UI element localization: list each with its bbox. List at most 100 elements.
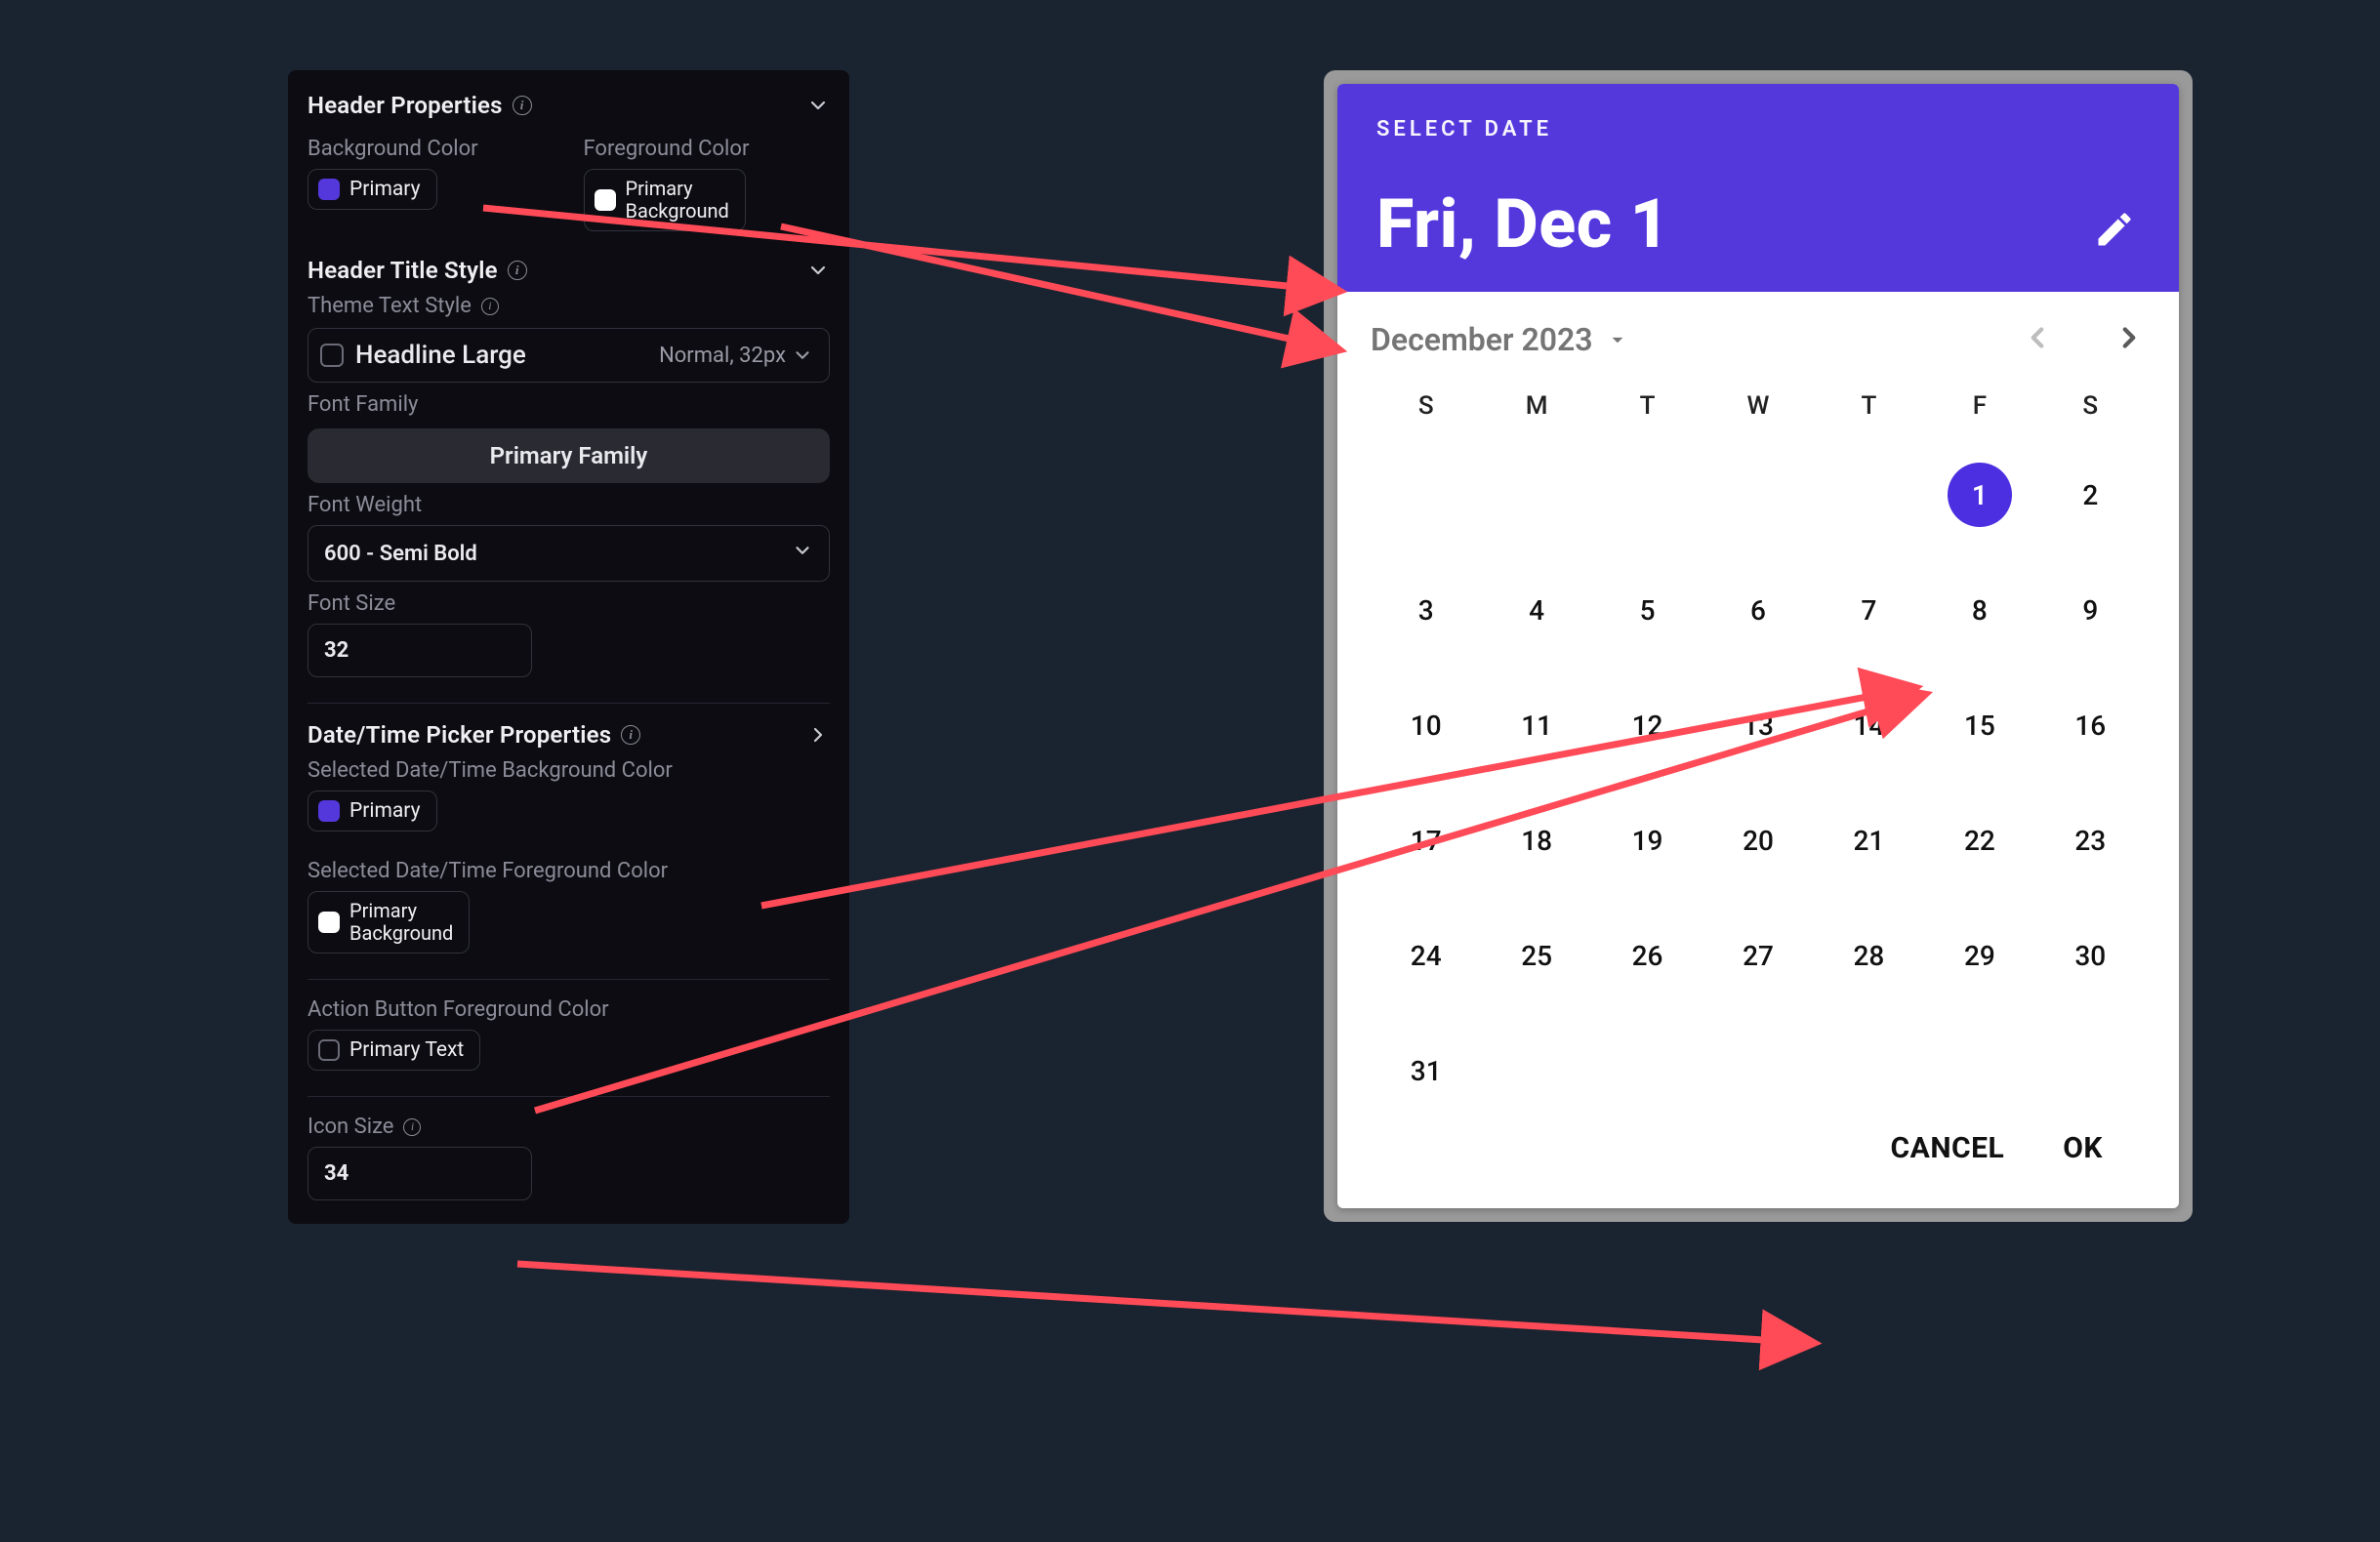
day-cell[interactable]: 30 <box>2035 914 2146 996</box>
day-cell[interactable]: 1 <box>1924 454 2034 536</box>
bg-color-label: Background Color <box>308 137 554 161</box>
selected-bg-value: Primary <box>349 799 421 823</box>
icon-size-input[interactable]: 34 <box>308 1147 532 1200</box>
selected-fg-label: Selected Date/Time Foreground Color <box>308 859 830 883</box>
square-outline-icon <box>318 1039 340 1061</box>
dow-cell: F <box>1924 391 2034 421</box>
day-cell <box>1703 454 1813 536</box>
swatch-primary-icon <box>318 800 340 822</box>
fg-color-value: Primary Background <box>626 178 729 223</box>
day-cell[interactable]: 3 <box>1371 569 1481 651</box>
dow-cell: T <box>1592 391 1703 421</box>
chevron-down-icon[interactable] <box>806 259 830 282</box>
month-navigator: December 2023 <box>1371 321 2146 358</box>
day-cell[interactable]: 19 <box>1592 799 1703 881</box>
selected-bg-label: Selected Date/Time Background Color <box>308 758 830 783</box>
day-cell[interactable]: 14 <box>1814 684 1924 766</box>
font-size-input[interactable]: 32 <box>308 624 532 677</box>
font-family-button[interactable]: Primary Family <box>308 428 830 483</box>
day-cell <box>1592 454 1703 536</box>
font-size-label: Font Size <box>308 591 830 616</box>
day-cell[interactable]: 27 <box>1703 914 1813 996</box>
divider <box>308 979 830 980</box>
info-icon[interactable]: i <box>403 1118 421 1136</box>
day-cell[interactable]: 2 <box>2035 454 2146 536</box>
bg-color-chip[interactable]: Primary <box>308 169 437 210</box>
chevron-down-icon <box>792 540 813 567</box>
bg-color-value: Primary <box>349 178 421 201</box>
square-outline-icon <box>320 344 344 367</box>
date-picker-header: SELECT DATE Fri, Dec 1 <box>1337 84 2179 292</box>
day-cell[interactable]: 12 <box>1592 684 1703 766</box>
date-picker: SELECT DATE Fri, Dec 1 December 2023 <box>1337 84 2179 1208</box>
chevron-down-icon <box>792 345 813 366</box>
divider <box>308 703 830 704</box>
day-cell[interactable]: 5 <box>1592 569 1703 651</box>
day-cell[interactable]: 6 <box>1703 569 1813 651</box>
day-cell[interactable]: 23 <box>2035 799 2146 881</box>
action-btn-fg-chip[interactable]: Primary Text <box>308 1030 480 1071</box>
theme-text-style-select[interactable]: Headline Large Normal, 32px <box>308 328 830 383</box>
picker-actions: CANCEL OK <box>1371 1112 2146 1195</box>
day-cell[interactable]: 29 <box>1924 914 2034 996</box>
dow-cell: M <box>1481 391 1591 421</box>
day-cell[interactable]: 24 <box>1371 914 1481 996</box>
day-cell[interactable]: 17 <box>1371 799 1481 881</box>
swatch-white-icon <box>318 912 340 933</box>
icon-size-label: Icon Size i <box>308 1115 830 1139</box>
font-weight-select[interactable]: 600 - Semi Bold <box>308 525 830 582</box>
day-cell[interactable]: 25 <box>1481 914 1591 996</box>
day-cell[interactable]: 16 <box>2035 684 2146 766</box>
day-cell <box>1703 1030 1813 1112</box>
day-cell[interactable]: 9 <box>2035 569 2146 651</box>
day-cell[interactable]: 26 <box>1592 914 1703 996</box>
day-cell[interactable]: 4 <box>1481 569 1591 651</box>
info-icon[interactable]: i <box>513 96 532 115</box>
day-cell[interactable]: 18 <box>1481 799 1591 881</box>
info-icon[interactable]: i <box>508 261 527 280</box>
triangle-down-icon <box>1605 327 1630 352</box>
fg-color-chip[interactable]: Primary Background <box>584 169 746 231</box>
day-cell[interactable]: 8 <box>1924 569 2034 651</box>
day-cell[interactable]: 20 <box>1703 799 1813 881</box>
theme-text-meta: Normal, 32px <box>659 344 813 368</box>
next-month-button[interactable] <box>2113 321 2146 358</box>
cancel-button[interactable]: CANCEL <box>1891 1131 2005 1165</box>
swatch-white-icon <box>595 189 616 211</box>
dow-cell: W <box>1703 391 1813 421</box>
dow-cell: S <box>1371 391 1481 421</box>
day-cell[interactable]: 15 <box>1924 684 2034 766</box>
chevron-right-icon[interactable] <box>806 723 830 747</box>
day-cell[interactable]: 13 <box>1703 684 1813 766</box>
section-title: Header Properties <box>308 92 503 119</box>
day-cell <box>1924 1030 2034 1112</box>
day-cell <box>1371 454 1481 536</box>
prev-month-button[interactable] <box>2021 321 2054 358</box>
info-icon[interactable]: i <box>481 298 499 315</box>
week-row: 10111213141516 <box>1371 684 2146 766</box>
selected-fg-chip[interactable]: Primary Background <box>308 891 470 954</box>
section-header-title-style[interactable]: Header Title Style i <box>308 257 830 284</box>
info-icon[interactable]: i <box>621 725 640 745</box>
swatch-primary-icon <box>318 179 340 200</box>
day-cell <box>1814 1030 1924 1112</box>
chevron-down-icon[interactable] <box>806 94 830 117</box>
day-cell <box>1814 454 1924 536</box>
day-cell[interactable]: 10 <box>1371 684 1481 766</box>
day-cell[interactable]: 11 <box>1481 684 1591 766</box>
day-cell[interactable]: 21 <box>1814 799 1924 881</box>
section-header-properties[interactable]: Header Properties i <box>308 92 830 119</box>
day-cell[interactable]: 31 <box>1371 1030 1481 1112</box>
date-picker-frame: SELECT DATE Fri, Dec 1 December 2023 <box>1324 70 2193 1222</box>
day-cell[interactable]: 22 <box>1924 799 2034 881</box>
selected-fg-value: Primary Background <box>349 900 453 945</box>
month-year-button[interactable]: December 2023 <box>1371 321 1630 358</box>
selected-bg-chip[interactable]: Primary <box>308 791 437 832</box>
action-btn-fg-label: Action Button Foreground Color <box>308 997 830 1022</box>
edit-icon[interactable] <box>2093 208 2136 255</box>
section-datetime-picker-properties[interactable]: Date/Time Picker Properties i <box>308 721 830 749</box>
ok-button[interactable]: OK <box>2063 1131 2103 1165</box>
day-cell[interactable]: 7 <box>1814 569 1924 651</box>
day-cell[interactable]: 28 <box>1814 914 1924 996</box>
day-of-week-row: S M T W T F S <box>1371 391 2146 421</box>
